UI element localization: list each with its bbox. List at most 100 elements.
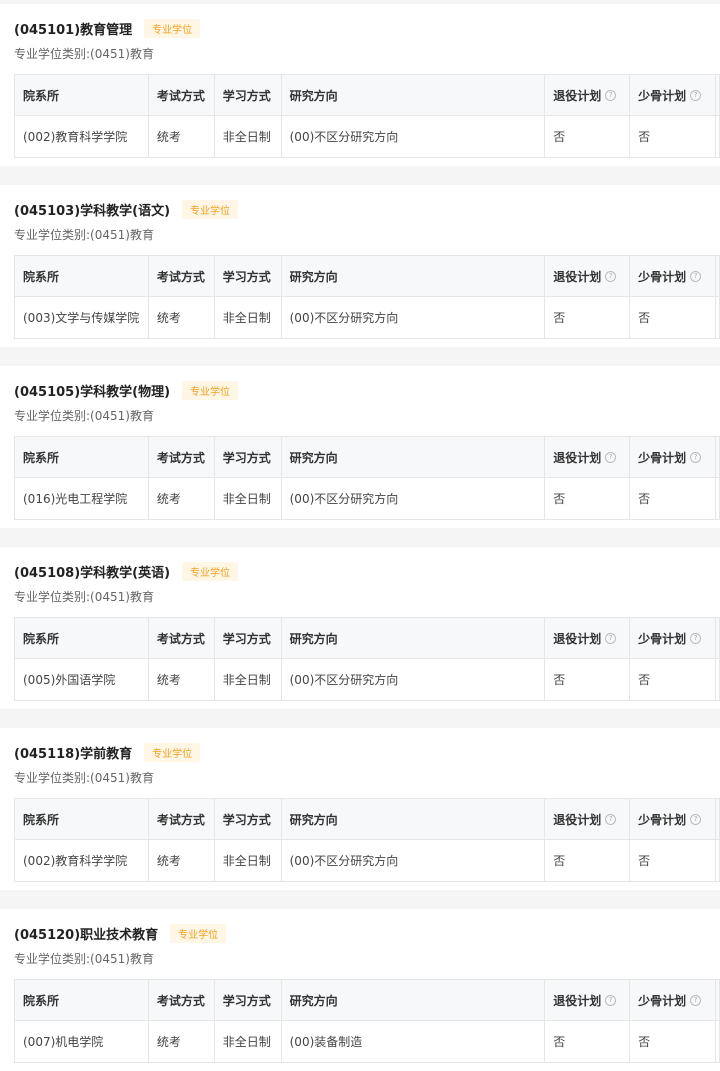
column-header-minority: 少骨计划? [630,437,716,477]
cell-exam: 统考 [149,1021,215,1062]
cell-veteran: 否 [545,116,631,157]
question-circle-icon[interactable]: ? [605,451,617,463]
table-header-row: 院系所 考试方式 学习方式 研究方向 退役计划? 少骨计划? [15,799,720,840]
column-header-study: 学习方式 [215,799,282,839]
program-title[interactable]: (045118)学前教育 [14,743,132,762]
table-row: (002)教育科学学院 统考 非全日制 (00)不区分研究方向 否 否 [15,116,720,157]
program-list: (045101)教育管理 专业学位 专业学位类别:(0451)教育 院系所 考试… [0,0,720,1071]
column-header-overflow [716,799,720,839]
degree-category-label: 专业学位类别: [14,952,91,966]
cell-veteran: 否 [545,659,631,700]
question-circle-icon[interactable]: ? [690,632,702,644]
degree-type-badge: 专业学位 [182,380,239,400]
column-header-minority: 少骨计划? [630,256,716,296]
program-title[interactable]: (045103)学科教学(语文) [14,200,170,219]
column-header-department: 院系所 [15,437,149,477]
question-circle-icon[interactable]: ? [605,270,617,282]
column-header-minority-label: 少骨计划 [638,631,687,646]
column-header-direction: 研究方向 [282,980,546,1020]
column-header-veteran-label: 退役计划 [553,88,602,103]
column-header-veteran-label: 退役计划 [553,812,602,827]
program-table: 院系所 考试方式 学习方式 研究方向 退役计划? 少骨计划? (007)机电学院… [14,979,720,1063]
column-header-minority-label: 少骨计划 [638,88,687,103]
column-header-veteran: 退役计划? [545,618,631,658]
cell-study: 非全日制 [215,297,282,338]
question-circle-icon[interactable]: ? [605,813,617,825]
table-row: (005)外国语学院 统考 非全日制 (00)不区分研究方向 否 否 [15,659,720,700]
degree-category: 专业学位类别:(0451)教育 [14,950,154,967]
cell-direction: (00)不区分研究方向 [282,840,546,881]
question-circle-icon[interactable]: ? [690,451,702,463]
program-table: 院系所 考试方式 学习方式 研究方向 退役计划? 少骨计划? (016)光电工程… [14,436,720,520]
column-header-exam: 考试方式 [149,256,215,296]
cell-study: 非全日制 [215,116,282,157]
degree-category: 专业学位类别:(0451)教育 [14,226,154,243]
cell-overflow [716,840,720,881]
cell-veteran: 否 [545,1021,631,1062]
program-header: (045118)学前教育 专业学位 [14,740,201,764]
column-header-study: 学习方式 [215,618,282,658]
cell-direction: (00)不区分研究方向 [282,116,546,157]
column-header-exam: 考试方式 [149,799,215,839]
program-title[interactable]: (045101)教育管理 [14,19,132,38]
program-title[interactable]: (045108)学科教学(英语) [14,562,170,581]
column-header-exam: 考试方式 [149,437,215,477]
column-header-department: 院系所 [15,75,149,115]
column-header-direction: 研究方向 [282,799,546,839]
column-header-exam: 考试方式 [149,75,215,115]
program-header: (045120)职业技术教育 专业学位 [14,921,227,945]
column-header-overflow [716,437,720,477]
column-header-study: 学习方式 [215,256,282,296]
column-header-overflow [716,75,720,115]
program-card: (045103)学科教学(语文) 专业学位 专业学位类别:(0451)教育 院系… [0,185,720,347]
column-header-overflow [716,256,720,296]
table-row: (002)教育科学学院 统考 非全日制 (00)不区分研究方向 否 否 [15,840,720,881]
table-header-row: 院系所 考试方式 学习方式 研究方向 退役计划? 少骨计划? [15,618,720,659]
cell-department: (003)文学与传媒学院 [15,297,149,338]
column-header-study: 学习方式 [215,75,282,115]
cell-study: 非全日制 [215,1021,282,1062]
degree-category-value: (0451)教育 [90,409,154,423]
question-circle-icon[interactable]: ? [690,813,702,825]
program-card: (045101)教育管理 专业学位 专业学位类别:(0451)教育 院系所 考试… [0,4,720,166]
degree-category: 专业学位类别:(0451)教育 [14,588,154,605]
table-row: (016)光电工程学院 统考 非全日制 (00)不区分研究方向 否 否 [15,478,720,519]
program-card: (045108)学科教学(英语) 专业学位 专业学位类别:(0451)教育 院系… [0,547,720,709]
column-header-minority-label: 少骨计划 [638,812,687,827]
column-header-department: 院系所 [15,980,149,1020]
program-title[interactable]: (045105)学科教学(物理) [14,381,170,400]
question-circle-icon[interactable]: ? [605,994,617,1006]
degree-category-value: (0451)教育 [90,228,154,242]
degree-type-badge: 专业学位 [182,561,239,581]
program-header: (045101)教育管理 专业学位 [14,16,201,40]
column-header-minority-label: 少骨计划 [638,450,687,465]
column-header-veteran-label: 退役计划 [553,450,602,465]
cell-study: 非全日制 [215,478,282,519]
degree-category: 专业学位类别:(0451)教育 [14,45,154,62]
degree-category-value: (0451)教育 [90,590,154,604]
question-circle-icon[interactable]: ? [690,89,702,101]
question-circle-icon[interactable]: ? [690,994,702,1006]
cell-study: 非全日制 [215,659,282,700]
cell-direction: (00)不区分研究方向 [282,659,546,700]
cell-overflow [716,659,720,700]
program-table: 院系所 考试方式 学习方式 研究方向 退役计划? 少骨计划? (005)外国语学… [14,617,720,701]
cell-department: (002)教育科学学院 [15,116,149,157]
program-header: (045108)学科教学(英语) 专业学位 [14,559,239,583]
cell-overflow [716,297,720,338]
question-circle-icon[interactable]: ? [690,270,702,282]
column-header-department: 院系所 [15,618,149,658]
table-header-row: 院系所 考试方式 学习方式 研究方向 退役计划? 少骨计划? [15,75,720,116]
question-circle-icon[interactable]: ? [605,89,617,101]
cell-exam: 统考 [149,478,215,519]
program-header: (045103)学科教学(语文) 专业学位 [14,197,239,221]
program-table: 院系所 考试方式 学习方式 研究方向 退役计划? 少骨计划? (002)教育科学… [14,798,720,882]
degree-type-badge: 专业学位 [144,18,201,38]
column-header-direction: 研究方向 [282,618,546,658]
degree-category-value: (0451)教育 [90,47,154,61]
column-header-minority-label: 少骨计划 [638,269,687,284]
program-title[interactable]: (045120)职业技术教育 [14,924,158,943]
column-header-veteran: 退役计划? [545,256,631,296]
question-circle-icon[interactable]: ? [605,632,617,644]
column-header-overflow [716,618,720,658]
